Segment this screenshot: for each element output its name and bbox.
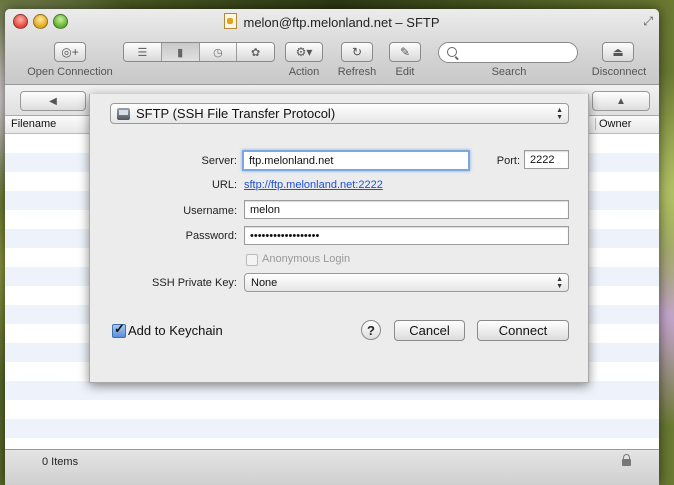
eject-icon: ⏏ xyxy=(612,45,624,59)
anonymous-login-checkbox[interactable] xyxy=(246,254,258,266)
anonymous-login-label: Anonymous Login xyxy=(262,253,351,265)
server-label: Server: xyxy=(201,155,237,167)
pencil-icon: ✎ xyxy=(399,45,411,59)
sftp-window: melon@ftp.melonland.net – SFTP ⤢ ◎+ Open… xyxy=(5,9,659,485)
connect-button[interactable]: Connect xyxy=(477,320,569,341)
list-row xyxy=(5,419,659,438)
history-segment[interactable]: ◷ xyxy=(199,43,238,61)
window-title-container: melon@ftp.melonland.net – SFTP xyxy=(5,13,659,30)
popup-arrows-icon: ▲ ▼ xyxy=(556,107,563,121)
edit-label: Edit xyxy=(395,66,415,78)
ssh-private-key-label: SSH Private Key: xyxy=(152,277,237,289)
back-arrow-icon: ◀ xyxy=(49,95,57,107)
server-drive-icon xyxy=(117,107,130,120)
bookmarks-segment[interactable]: ▮ xyxy=(161,43,200,61)
open-connection-button[interactable]: ◎+ xyxy=(54,42,86,62)
window-title: melon@ftp.melonland.net – SFTP xyxy=(243,15,440,30)
disconnect-label: Disconnect xyxy=(591,66,647,78)
protocol-value: SFTP (SSH File Transfer Protocol) xyxy=(136,106,336,121)
password-label: Password: xyxy=(185,230,237,242)
server-field[interactable] xyxy=(242,150,470,171)
open-connection-label: Open Connection xyxy=(27,66,113,78)
browser-view-segment[interactable]: ☰ xyxy=(124,43,162,61)
owner-column-header[interactable]: Owner xyxy=(595,118,631,130)
disconnect-button[interactable]: ⏏ xyxy=(602,42,634,62)
action-label: Action xyxy=(288,66,320,78)
action-button[interactable]: ⚙▾ xyxy=(285,42,323,62)
lock-icon xyxy=(622,454,631,466)
bookmark-book-icon: ▮ xyxy=(177,46,184,59)
add-to-keychain-label: Add to Keychain xyxy=(128,323,223,338)
ssh-private-key-popup[interactable]: None ▲ ▼ xyxy=(244,273,569,292)
list-row xyxy=(5,381,659,400)
url-link[interactable]: sftp://ftp.melonland.net:2222 xyxy=(244,179,383,191)
protocol-popup[interactable]: SFTP (SSH File Transfer Protocol) ▲ ▼ xyxy=(110,103,569,124)
back-button[interactable]: ◀ xyxy=(20,91,86,111)
cancel-button[interactable]: Cancel xyxy=(394,320,465,341)
list-icon: ☰ xyxy=(137,46,148,59)
search-icon xyxy=(447,47,457,57)
item-count: 0 Items xyxy=(42,456,79,468)
fullscreen-icon[interactable]: ⤢ xyxy=(643,14,653,29)
document-icon xyxy=(224,13,238,29)
username-label: Username: xyxy=(183,205,237,217)
password-field[interactable] xyxy=(244,226,569,245)
parent-directory-button[interactable]: ▲ xyxy=(592,91,650,111)
search-input[interactable] xyxy=(438,42,578,63)
globe-plus-icon: ◎+ xyxy=(61,45,79,59)
refresh-button[interactable]: ↻ xyxy=(341,42,373,62)
up-arrow-icon: ▲ xyxy=(616,95,626,107)
ssh-private-key-value: None xyxy=(251,276,278,289)
connection-sheet: SFTP (SSH File Transfer Protocol) ▲ ▼ Ser… xyxy=(89,94,589,383)
gear-icon: ⚙▾ xyxy=(295,45,313,59)
add-to-keychain-checkbox[interactable] xyxy=(112,321,126,338)
clock-icon: ◷ xyxy=(213,46,223,59)
bonjour-segment[interactable]: ✿ xyxy=(237,43,274,61)
bonjour-icon: ✿ xyxy=(251,46,261,59)
popup-arrows-icon: ▲ ▼ xyxy=(556,276,563,290)
help-button[interactable]: ? xyxy=(361,320,381,340)
refresh-label: Refresh xyxy=(337,66,377,78)
edit-button[interactable]: ✎ xyxy=(389,42,421,62)
status-bar: 0 Items xyxy=(5,449,659,485)
title-bar: melon@ftp.melonland.net – SFTP ⤢ ◎+ Open… xyxy=(5,9,659,85)
username-field[interactable] xyxy=(244,200,569,219)
url-label: URL: xyxy=(211,179,237,191)
list-row xyxy=(5,400,659,419)
refresh-icon: ↻ xyxy=(351,45,363,59)
view-mode-segmented-control: ☰ ▮ ◷ ✿ xyxy=(123,42,275,62)
port-label: Port: xyxy=(496,155,520,167)
filename-column-header[interactable]: Filename xyxy=(11,118,56,130)
port-field[interactable] xyxy=(524,150,569,169)
search-label: Search xyxy=(491,66,527,78)
